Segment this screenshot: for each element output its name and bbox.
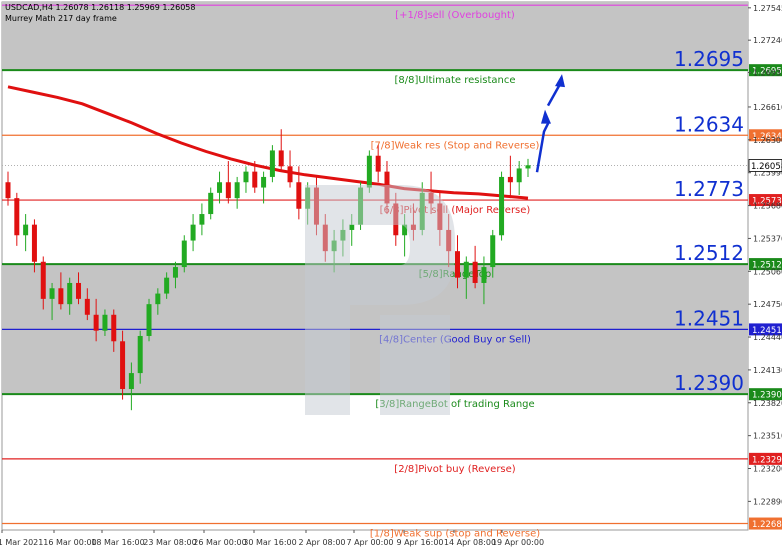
candle-body-24 <box>217 182 223 193</box>
y-tick-label-3: 1.26610 <box>753 103 782 112</box>
candle-body-30 <box>269 150 275 177</box>
candle-body-13 <box>120 341 126 389</box>
level-annotation-4: 1.2451 <box>674 306 744 330</box>
y-tick-label-10: 1.24440 <box>753 333 782 342</box>
level-annotation-5: 1.2390 <box>674 371 744 395</box>
y-tick-label-11: 1.24130 <box>753 366 782 375</box>
x-tick-label-6: 2 Apr 08:00 <box>298 538 345 547</box>
x-tick-label-5: 30 Mar 16:00 <box>243 538 296 547</box>
candle-body-6 <box>58 288 64 305</box>
candle-body-58 <box>516 168 522 183</box>
y-tick-label-2: 1.26935 <box>753 69 782 78</box>
price-tag-8: 1.22681 <box>752 520 782 530</box>
y-tick-label-4: 1.26300 <box>753 136 782 145</box>
candle-body-7 <box>67 282 73 305</box>
candle-body-17 <box>155 293 161 305</box>
y-tick-label-13: 1.23510 <box>753 432 782 441</box>
candle-body-41 <box>366 155 372 188</box>
murrey-level-label-7: [2/8]Pivot buy (Reverse) <box>394 464 516 475</box>
candle-body-4 <box>40 261 46 299</box>
watermark-logo <box>305 185 455 415</box>
y-tick-label-9: 1.24750 <box>753 300 782 309</box>
candle-body-18 <box>164 277 170 294</box>
murrey-level-label-2: [7/8]Weak res (Stop and Reverse) <box>371 140 540 151</box>
candle-body-29 <box>261 176 267 188</box>
candle-body-32 <box>287 166 293 183</box>
x-tick-label-0: 11 Mar 2021 <box>0 538 43 547</box>
candle-body-16 <box>146 304 152 336</box>
candle-body-14 <box>128 373 134 389</box>
level-annotation-3: 1.2512 <box>674 241 744 265</box>
candle-body-27 <box>243 171 249 183</box>
murrey-level-label-1: [8/8]Ultimate resistance <box>394 75 515 86</box>
x-tick-label-2: 18 Mar 16:00 <box>91 538 144 547</box>
candle-body-0 <box>5 182 11 199</box>
candle-body-53 <box>472 261 478 283</box>
candle-body-56 <box>499 176 505 236</box>
candle-body-52 <box>463 261 469 278</box>
x-tick-label-9: 14 Apr 08:00 <box>444 538 496 547</box>
candle-body-57 <box>507 176 513 183</box>
x-tick-label-1: 16 Mar 00:00 <box>43 538 96 547</box>
candle-body-1 <box>14 198 20 236</box>
y-tick-label-14: 1.23200 <box>753 465 782 474</box>
shaded-zone-0 <box>2 2 748 71</box>
candle-body-12 <box>111 314 117 342</box>
candle-body-5 <box>49 288 55 299</box>
y-tick-label-7: 1.25370 <box>753 234 782 243</box>
frame-subtitle: Murrey Math 217 day frame <box>5 14 117 23</box>
candle-body-55 <box>490 235 496 268</box>
x-tick-label-8: 9 Apr 16:00 <box>396 538 443 547</box>
candle-body-42 <box>375 155 381 172</box>
candle-body-20 <box>181 240 187 268</box>
candle-body-31 <box>278 150 284 167</box>
y-tick-label-15: 1.22890 <box>753 497 782 506</box>
level-annotation-1: 1.2634 <box>674 112 744 136</box>
candle-body-54 <box>481 267 487 283</box>
candle-body-21 <box>190 224 196 241</box>
x-tick-label-7: 7 Apr 00:00 <box>346 538 393 547</box>
candle-body-59 <box>525 165 531 169</box>
y-tick-label-12: 1.23820 <box>753 399 782 408</box>
candle-body-11 <box>102 314 108 331</box>
x-tick-label-3: 23 Mar 08:00 <box>143 538 196 547</box>
y-tick-label-1: 1.27240 <box>753 36 782 45</box>
candle-body-8 <box>76 282 82 299</box>
candle-body-22 <box>199 214 205 225</box>
symbol-readout: USDCAD,H4 1.26078 1.26118 1.25969 1.2605… <box>5 3 195 12</box>
y-tick-label-8: 1.25060 <box>753 267 782 276</box>
candle-body-15 <box>137 335 143 374</box>
candle-body-19 <box>172 267 178 278</box>
x-tick-label-10: 19 Apr 00:00 <box>492 538 544 547</box>
current-price-tag: 1.26058 <box>751 162 782 172</box>
x-tick-label-4: 26 Mar 00:00 <box>193 538 246 547</box>
candle-body-9 <box>84 298 90 315</box>
level-annotation-0: 1.2695 <box>674 47 744 71</box>
candle-body-3 <box>31 224 37 262</box>
candle-body-26 <box>234 182 240 199</box>
chart-root: [+1/8]sell (Overbought) [8/8]Ultimate res… <box>0 0 782 550</box>
candle-body-28 <box>252 171 258 188</box>
candle-body-2 <box>23 224 29 236</box>
candle-body-51 <box>454 251 460 278</box>
y-tick-label-0: 1.27545 <box>753 4 782 13</box>
candle-body-25 <box>225 182 231 199</box>
candle-body-23 <box>208 192 214 215</box>
candle-body-33 <box>296 182 302 209</box>
candle-body-10 <box>93 314 99 331</box>
murrey-level-label-0: [+1/8]sell (Overbought) <box>395 10 515 21</box>
y-tick-label-6: 1.25680 <box>753 202 782 211</box>
level-annotation-2: 1.2773 <box>674 177 744 201</box>
